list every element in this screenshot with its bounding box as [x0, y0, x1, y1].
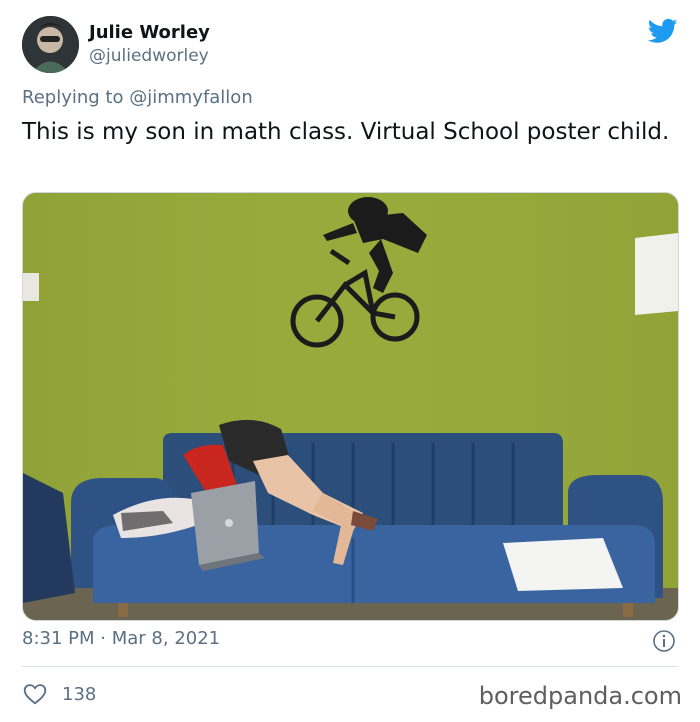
twitter-bird-icon[interactable] [647, 16, 678, 46]
tweet-timestamp[interactable]: 8:31 PM · Mar 8, 2021 [22, 628, 220, 649]
heart-icon[interactable] [22, 681, 48, 707]
divider [22, 666, 678, 667]
author-handle[interactable]: @juliedworley [89, 46, 209, 66]
tweet-media-image[interactable] [22, 192, 679, 621]
watermark: boredpanda.com [478, 682, 682, 710]
info-icon[interactable] [652, 629, 676, 653]
like-button[interactable]: 138 [22, 680, 96, 708]
replying-mention-link[interactable]: @jimmyfallon [129, 87, 253, 108]
author-name[interactable]: Julie Worley [89, 22, 210, 43]
replying-to: Replying to @jimmyfallon [22, 87, 253, 108]
replying-prefix: Replying to [22, 87, 124, 108]
like-count: 138 [62, 683, 97, 705]
timestamp-separator: · [100, 628, 106, 649]
tweet-time: 8:31 PM [22, 628, 95, 649]
tweet-date: Mar 8, 2021 [111, 628, 221, 649]
tweet-text: This is my son in math class. Virtual Sc… [22, 119, 670, 145]
avatar[interactable] [22, 16, 79, 73]
